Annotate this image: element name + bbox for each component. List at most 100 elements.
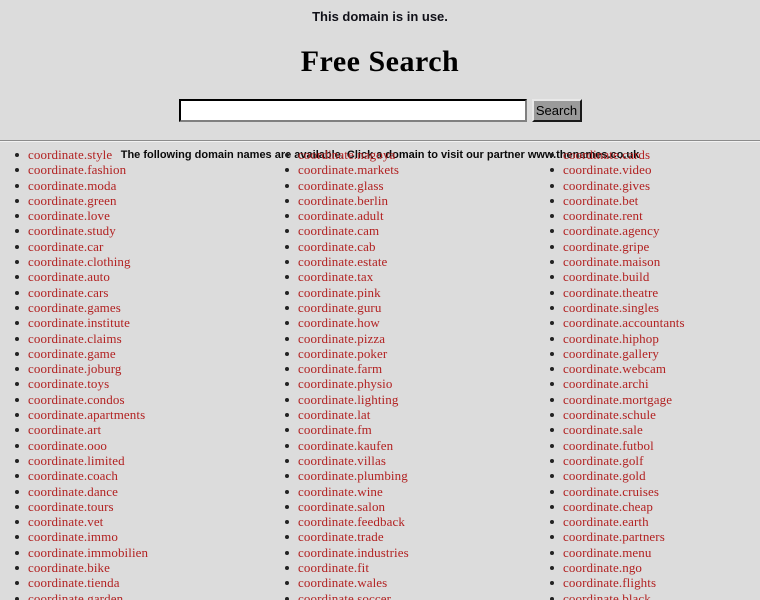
domain-link[interactable]: coordinate.gives bbox=[563, 178, 650, 193]
domain-link[interactable]: coordinate.cheap bbox=[563, 499, 653, 514]
search-input[interactable] bbox=[178, 99, 527, 122]
domain-link[interactable]: coordinate.condos bbox=[28, 392, 125, 407]
domain-link[interactable]: coordinate.car bbox=[28, 239, 103, 254]
domain-link[interactable]: coordinate.theatre bbox=[563, 285, 658, 300]
domain-link[interactable]: coordinate.gallery bbox=[563, 346, 659, 361]
domain-link[interactable]: coordinate.trade bbox=[298, 529, 384, 544]
domain-link[interactable]: coordinate.game bbox=[28, 346, 116, 361]
domain-link[interactable]: coordinate.industries bbox=[298, 545, 409, 560]
list-item: coordinate.bike bbox=[10, 560, 270, 575]
domain-link[interactable]: coordinate.art bbox=[28, 422, 101, 437]
domain-link[interactable]: coordinate.tax bbox=[298, 269, 373, 284]
domain-link[interactable]: coordinate.sale bbox=[563, 422, 643, 437]
domain-link[interactable]: coordinate.dance bbox=[28, 484, 118, 499]
domain-link[interactable]: coordinate.maison bbox=[563, 254, 660, 269]
domain-link[interactable]: coordinate.glass bbox=[298, 178, 384, 193]
domain-link[interactable]: coordinate.nagoya bbox=[298, 147, 395, 162]
domain-link[interactable]: coordinate.schule bbox=[563, 407, 656, 422]
domain-link[interactable]: coordinate.immobilien bbox=[28, 545, 148, 560]
domain-link[interactable]: coordinate.pink bbox=[298, 285, 381, 300]
domain-link[interactable]: coordinate.soccer bbox=[298, 591, 391, 600]
domain-link[interactable]: coordinate.cab bbox=[298, 239, 376, 254]
domain-link[interactable]: coordinate.immo bbox=[28, 529, 118, 544]
domain-link[interactable]: coordinate.how bbox=[298, 315, 380, 330]
domain-link[interactable]: coordinate.tienda bbox=[28, 575, 120, 590]
domain-link[interactable]: coordinate.physio bbox=[298, 376, 392, 391]
domain-link[interactable]: coordinate.archi bbox=[563, 376, 649, 391]
domain-link[interactable]: coordinate.fit bbox=[298, 560, 369, 575]
bullet-icon bbox=[285, 336, 289, 341]
domain-link[interactable]: coordinate.love bbox=[28, 208, 110, 223]
search-button[interactable]: Search bbox=[531, 99, 582, 122]
list-item: coordinate.berlin bbox=[280, 193, 535, 208]
domain-link[interactable]: coordinate.lighting bbox=[298, 392, 398, 407]
domain-link[interactable]: coordinate.coach bbox=[28, 468, 118, 483]
bullet-icon bbox=[15, 458, 19, 463]
domain-link[interactable]: coordinate.plumbing bbox=[298, 468, 408, 483]
domain-link[interactable]: coordinate.institute bbox=[28, 315, 130, 330]
domain-link[interactable]: coordinate.lat bbox=[298, 407, 371, 422]
domain-link[interactable]: coordinate.kaufen bbox=[298, 438, 393, 453]
domain-link[interactable]: coordinate.gold bbox=[563, 468, 646, 483]
domain-link[interactable]: coordinate.rent bbox=[563, 208, 643, 223]
domain-link[interactable]: coordinate.claims bbox=[28, 331, 122, 346]
domain-link[interactable]: coordinate.futbol bbox=[563, 438, 654, 453]
domain-link[interactable]: coordinate.fm bbox=[298, 422, 372, 437]
bullet-icon bbox=[285, 382, 289, 387]
domain-link[interactable]: coordinate.bike bbox=[28, 560, 110, 575]
list-item: coordinate.institute bbox=[10, 315, 270, 330]
domain-link[interactable]: coordinate.cruises bbox=[563, 484, 659, 499]
domain-link[interactable]: coordinate.earth bbox=[563, 514, 649, 529]
domain-link[interactable]: coordinate.study bbox=[28, 223, 116, 238]
domain-link[interactable]: coordinate.auto bbox=[28, 269, 110, 284]
domain-link[interactable]: coordinate.tours bbox=[28, 499, 114, 514]
domain-link[interactable]: coordinate.apartments bbox=[28, 407, 145, 422]
domain-link[interactable]: coordinate.accountants bbox=[563, 315, 685, 330]
domain-link[interactable]: coordinate.salon bbox=[298, 499, 385, 514]
domain-link[interactable]: coordinate.cards bbox=[563, 147, 650, 162]
domain-link[interactable]: coordinate.joburg bbox=[28, 361, 122, 376]
domain-link[interactable]: coordinate.singles bbox=[563, 300, 659, 315]
domain-link[interactable]: coordinate.cars bbox=[28, 285, 109, 300]
domain-link[interactable]: coordinate.garden bbox=[28, 591, 123, 600]
domain-link[interactable]: coordinate.hiphop bbox=[563, 331, 659, 346]
domain-link[interactable]: coordinate.wine bbox=[298, 484, 383, 499]
domain-link[interactable]: coordinate.estate bbox=[298, 254, 387, 269]
domain-link[interactable]: coordinate.farm bbox=[298, 361, 382, 376]
domain-link[interactable]: coordinate.cam bbox=[298, 223, 379, 238]
domain-link[interactable]: coordinate.mortgage bbox=[563, 392, 672, 407]
domain-link[interactable]: coordinate.fashion bbox=[28, 162, 126, 177]
domain-link[interactable]: coordinate.partners bbox=[563, 529, 665, 544]
domain-link[interactable]: coordinate.feedback bbox=[298, 514, 405, 529]
domain-link[interactable]: coordinate.toys bbox=[28, 376, 109, 391]
domain-link[interactable]: coordinate.webcam bbox=[563, 361, 666, 376]
domain-link[interactable]: coordinate.ooo bbox=[28, 438, 107, 453]
domain-link[interactable]: coordinate.build bbox=[563, 269, 649, 284]
domain-link[interactable]: coordinate.menu bbox=[563, 545, 652, 560]
domain-link[interactable]: coordinate.vet bbox=[28, 514, 103, 529]
domain-link[interactable]: coordinate.poker bbox=[298, 346, 387, 361]
domain-link[interactable]: coordinate.green bbox=[28, 193, 117, 208]
domain-link[interactable]: coordinate.black bbox=[563, 591, 651, 600]
domain-link[interactable]: coordinate.moda bbox=[28, 178, 117, 193]
domain-link[interactable]: coordinate.bet bbox=[563, 193, 638, 208]
domain-link[interactable]: coordinate.limited bbox=[28, 453, 125, 468]
domain-link[interactable]: coordinate.wales bbox=[298, 575, 387, 590]
domain-link[interactable]: coordinate.clothing bbox=[28, 254, 131, 269]
domain-link[interactable]: coordinate.villas bbox=[298, 453, 386, 468]
domain-link[interactable]: coordinate.agency bbox=[563, 223, 660, 238]
bullet-icon bbox=[550, 504, 554, 509]
domain-link[interactable]: coordinate.berlin bbox=[298, 193, 388, 208]
domain-link[interactable]: coordinate.adult bbox=[298, 208, 384, 223]
domain-link[interactable]: coordinate.golf bbox=[563, 453, 644, 468]
list-item: coordinate.agency bbox=[545, 223, 760, 238]
domain-link[interactable]: coordinate.ngo bbox=[563, 560, 642, 575]
domain-link[interactable]: coordinate.flights bbox=[563, 575, 656, 590]
domain-link[interactable]: coordinate.pizza bbox=[298, 331, 385, 346]
domain-link[interactable]: coordinate.video bbox=[563, 162, 652, 177]
domain-link[interactable]: coordinate.games bbox=[28, 300, 121, 315]
domain-link[interactable]: coordinate.style bbox=[28, 147, 112, 162]
domain-link[interactable]: coordinate.guru bbox=[298, 300, 381, 315]
domain-link[interactable]: coordinate.gripe bbox=[563, 239, 649, 254]
domain-link[interactable]: coordinate.markets bbox=[298, 162, 399, 177]
